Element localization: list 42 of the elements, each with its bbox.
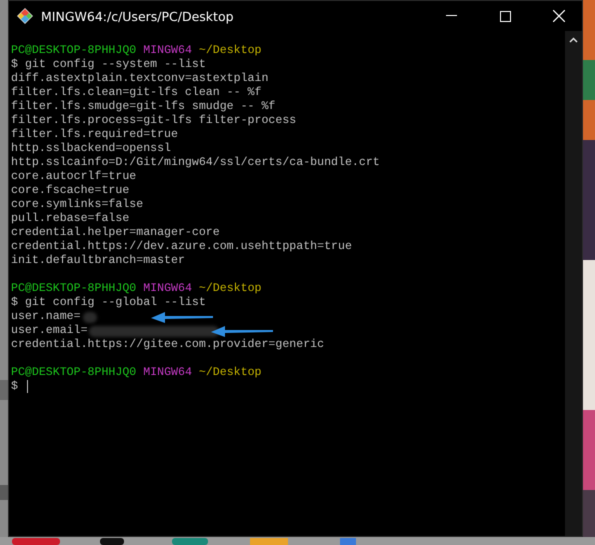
diamond-icon bbox=[17, 8, 33, 24]
command-text: git config --system --list bbox=[24, 58, 206, 72]
prompt-user: PC@DESKTOP-8PHHJQ0 bbox=[11, 44, 136, 58]
output-text: filter.lfs.process=git-lfs filter-process bbox=[11, 114, 296, 128]
output-text: credential.https://dev.azure.com.usehttppath=true bbox=[11, 240, 352, 254]
output-text: filter.lfs.smudge=git-lfs smudge -- %f bbox=[11, 100, 276, 114]
prompt-user: PC@DESKTOP-8PHHJQ0 bbox=[11, 282, 136, 296]
prompt-path: ~/Desktop bbox=[198, 282, 262, 296]
command-text: git config --global --list bbox=[24, 296, 206, 310]
output-text: core.symlinks=false bbox=[11, 198, 144, 212]
output-text: pull.rebase=false bbox=[11, 212, 130, 226]
minimize-icon bbox=[446, 15, 456, 17]
maximize-icon bbox=[500, 10, 510, 22]
output-text: filter.lfs.required=true bbox=[11, 128, 178, 142]
output-text: core.fscache=true bbox=[11, 184, 130, 198]
close-icon bbox=[553, 10, 565, 22]
output-text: core.autocrlf=true bbox=[11, 170, 136, 184]
prompt-host: MINGW64 bbox=[143, 366, 192, 380]
output-text: credential.helper=manager-core bbox=[11, 226, 220, 240]
output-text: http.sslcainfo=D:/Git/mingw64/ssl/certs/ca-bundle.crt bbox=[11, 156, 380, 170]
scroll-up-icon bbox=[569, 37, 578, 43]
prompt-host: MINGW64 bbox=[143, 44, 192, 58]
prompt-sign: $ bbox=[11, 296, 18, 310]
arrow-icon bbox=[211, 325, 273, 337]
redaction-mark bbox=[83, 312, 97, 323]
window-title: MINGW64:/c/Users/PC/Desktop bbox=[41, 8, 235, 24]
prompt-sign: $ bbox=[11, 380, 18, 394]
output-text: init.defaultbranch=master bbox=[11, 254, 185, 268]
prompt-host: MINGW64 bbox=[143, 282, 192, 296]
prompt-user: PC@DESKTOP-8PHHJQ0 bbox=[11, 366, 136, 380]
output-text: user.email= bbox=[11, 324, 88, 338]
output-text: user.name= bbox=[11, 310, 81, 324]
prompt-path: ~/Desktop bbox=[198, 44, 262, 58]
prompt-path: ~/Desktop bbox=[198, 366, 262, 380]
output-text: credential.https://gitee.com.provider=generic bbox=[11, 338, 324, 352]
prompt-sign: $ bbox=[11, 58, 18, 72]
scrollbar[interactable] bbox=[565, 31, 582, 536]
output-text: filter.lfs.clean=git-lfs clean -- %f bbox=[11, 86, 262, 100]
arrow-icon bbox=[151, 311, 213, 323]
cursor-icon bbox=[26, 380, 28, 393]
output-text: diff.astextplain.textconv=astextplain bbox=[11, 72, 268, 86]
output-text: http.sslbackend=openssl bbox=[11, 142, 172, 156]
